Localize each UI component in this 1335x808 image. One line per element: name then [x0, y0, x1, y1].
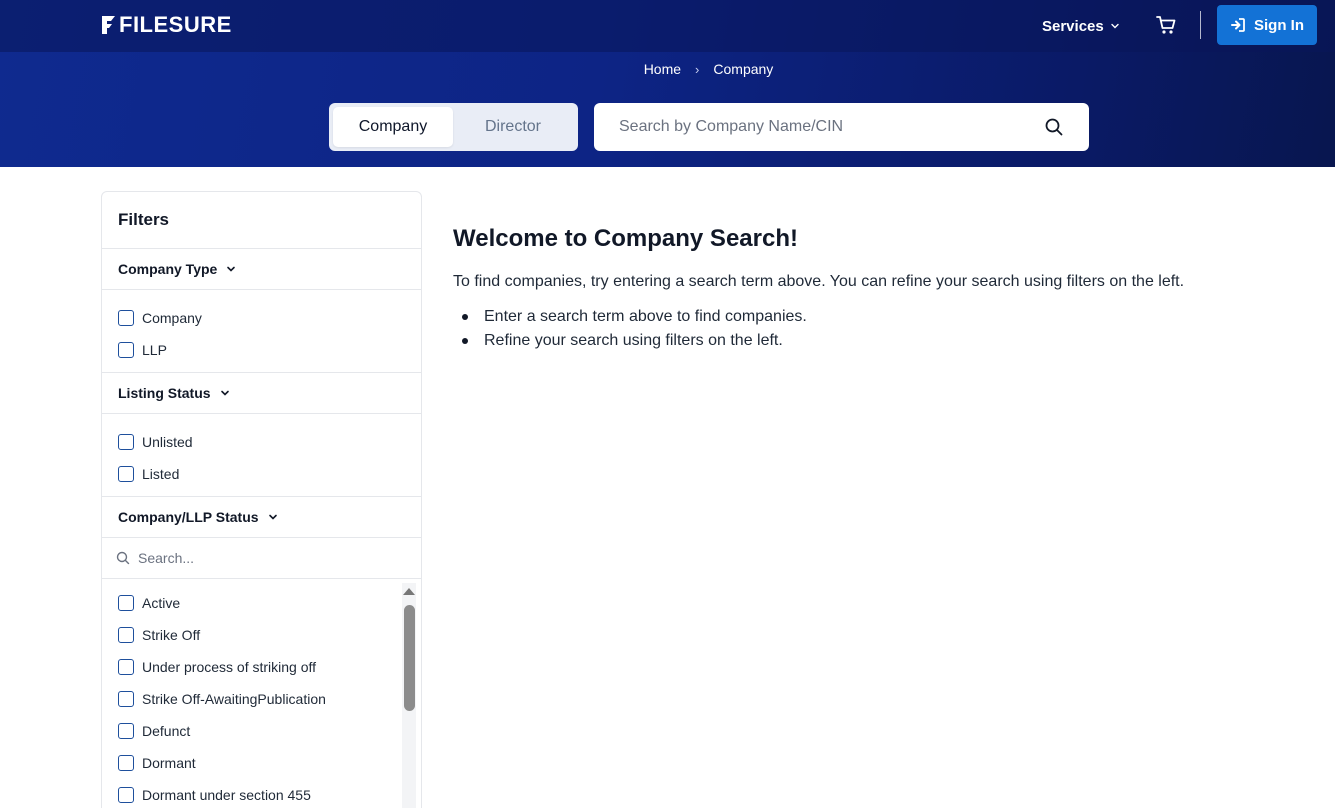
bullet [462, 338, 468, 344]
chevron-down-icon [268, 514, 277, 520]
option-label: Strike Off [142, 627, 201, 643]
checkbox[interactable] [118, 659, 134, 675]
option-defunct[interactable]: Defunct [118, 715, 421, 747]
header-hero: FILESURE Services Sign In Home › Company [0, 0, 1335, 167]
chevron-down-icon [227, 266, 236, 272]
checkbox[interactable] [118, 595, 134, 611]
section-label: Listing Status [118, 385, 211, 401]
status-options-list: Active Strike Off Under process of strik… [102, 579, 421, 808]
option-label: Dormant [142, 755, 196, 771]
checkbox[interactable] [118, 691, 134, 707]
option-label: Company [142, 310, 202, 326]
list-item: Refine your search using filters on the … [460, 329, 807, 353]
option-label: Defunct [142, 723, 191, 739]
cart-icon[interactable] [1155, 14, 1177, 36]
breadcrumb-current: Company [713, 61, 774, 77]
search-bar [594, 103, 1089, 151]
section-label: Company Type [118, 261, 218, 277]
tab-company[interactable]: Company [333, 107, 453, 147]
checkbox[interactable] [118, 627, 134, 643]
header-divider [1200, 11, 1201, 39]
option-strike-off[interactable]: Strike Off [118, 619, 421, 651]
status-search [102, 538, 421, 579]
sign-in-icon [1231, 18, 1245, 32]
filters-panel: Filters Company Type Company LLP Listing… [101, 191, 422, 808]
breadcrumb: Home › Company [0, 58, 1335, 80]
option-llp[interactable]: LLP [118, 334, 421, 366]
filters-title: Filters [102, 192, 421, 249]
option-label: Strike Off-AwaitingPublication [142, 691, 326, 707]
list-item: Enter a search term above to find compan… [460, 305, 807, 329]
search-input[interactable] [619, 118, 1039, 136]
option-under-process-striking-off[interactable]: Under process of striking off [118, 651, 421, 683]
logo-text: FILESURE [119, 12, 232, 37]
scrollbar-thumb[interactable] [404, 605, 415, 711]
top-navbar: FILESURE Services Sign In [0, 0, 1335, 52]
checkbox[interactable] [118, 466, 134, 482]
services-label: Services [1042, 17, 1104, 35]
welcome-tips: Enter a search term above to find compan… [460, 305, 807, 353]
company-type-options: Company LLP [102, 290, 421, 373]
listing-status-options: Unlisted Listed [102, 414, 421, 497]
checkbox[interactable] [118, 342, 134, 358]
bullet [462, 314, 468, 320]
logo-mark-icon [102, 16, 115, 34]
section-label: Company/LLP Status [118, 509, 259, 525]
option-dormant-455[interactable]: Dormant under section 455 [118, 779, 421, 808]
checkbox[interactable] [118, 434, 134, 450]
services-menu[interactable]: Services [1042, 15, 1120, 37]
option-label: Unlisted [142, 434, 193, 450]
tip-text: Refine your search using filters on the … [484, 332, 783, 349]
scroll-up-arrow-icon[interactable] [402, 585, 416, 597]
status-search-input[interactable] [138, 550, 388, 566]
option-unlisted[interactable]: Unlisted [118, 426, 421, 458]
logo[interactable]: FILESURE [101, 13, 232, 37]
checkbox[interactable] [118, 723, 134, 739]
tip-text: Enter a search term above to find compan… [484, 308, 807, 325]
tab-director[interactable]: Director [453, 107, 573, 147]
breadcrumb-chevron-icon: › [695, 61, 700, 77]
search-type-toggle: Company Director [329, 103, 578, 151]
filter-section-company-status[interactable]: Company/LLP Status [102, 497, 421, 538]
option-label: Under process of striking off [142, 659, 317, 675]
checkbox[interactable] [118, 310, 134, 326]
breadcrumb-home[interactable]: Home [644, 61, 681, 77]
option-label: Listed [142, 466, 180, 482]
option-listed[interactable]: Listed [118, 458, 421, 490]
option-strike-off-awaiting[interactable]: Strike Off-AwaitingPublication [118, 683, 421, 715]
option-company[interactable]: Company [118, 302, 421, 334]
chevron-down-icon [220, 390, 229, 396]
checkbox[interactable] [118, 787, 134, 803]
welcome-title: Welcome to Company Search! [453, 225, 798, 252]
search-icon [116, 551, 130, 565]
filter-section-listing-status[interactable]: Listing Status [102, 373, 421, 414]
filter-section-company-type[interactable]: Company Type [102, 249, 421, 290]
sign-in-label: Sign In [1254, 16, 1304, 34]
option-label: Active [142, 595, 181, 611]
welcome-intro: To find companies, try entering a search… [453, 273, 1185, 290]
option-label: Dormant under section 455 [142, 787, 311, 803]
sign-in-button[interactable]: Sign In [1217, 5, 1317, 45]
chevron-down-icon [1111, 23, 1119, 29]
checkbox[interactable] [118, 755, 134, 771]
option-label: LLP [142, 342, 167, 358]
option-active[interactable]: Active [118, 587, 421, 619]
scrollbar[interactable] [402, 583, 416, 808]
option-dormant[interactable]: Dormant [118, 747, 421, 779]
search-icon[interactable] [1045, 118, 1063, 136]
